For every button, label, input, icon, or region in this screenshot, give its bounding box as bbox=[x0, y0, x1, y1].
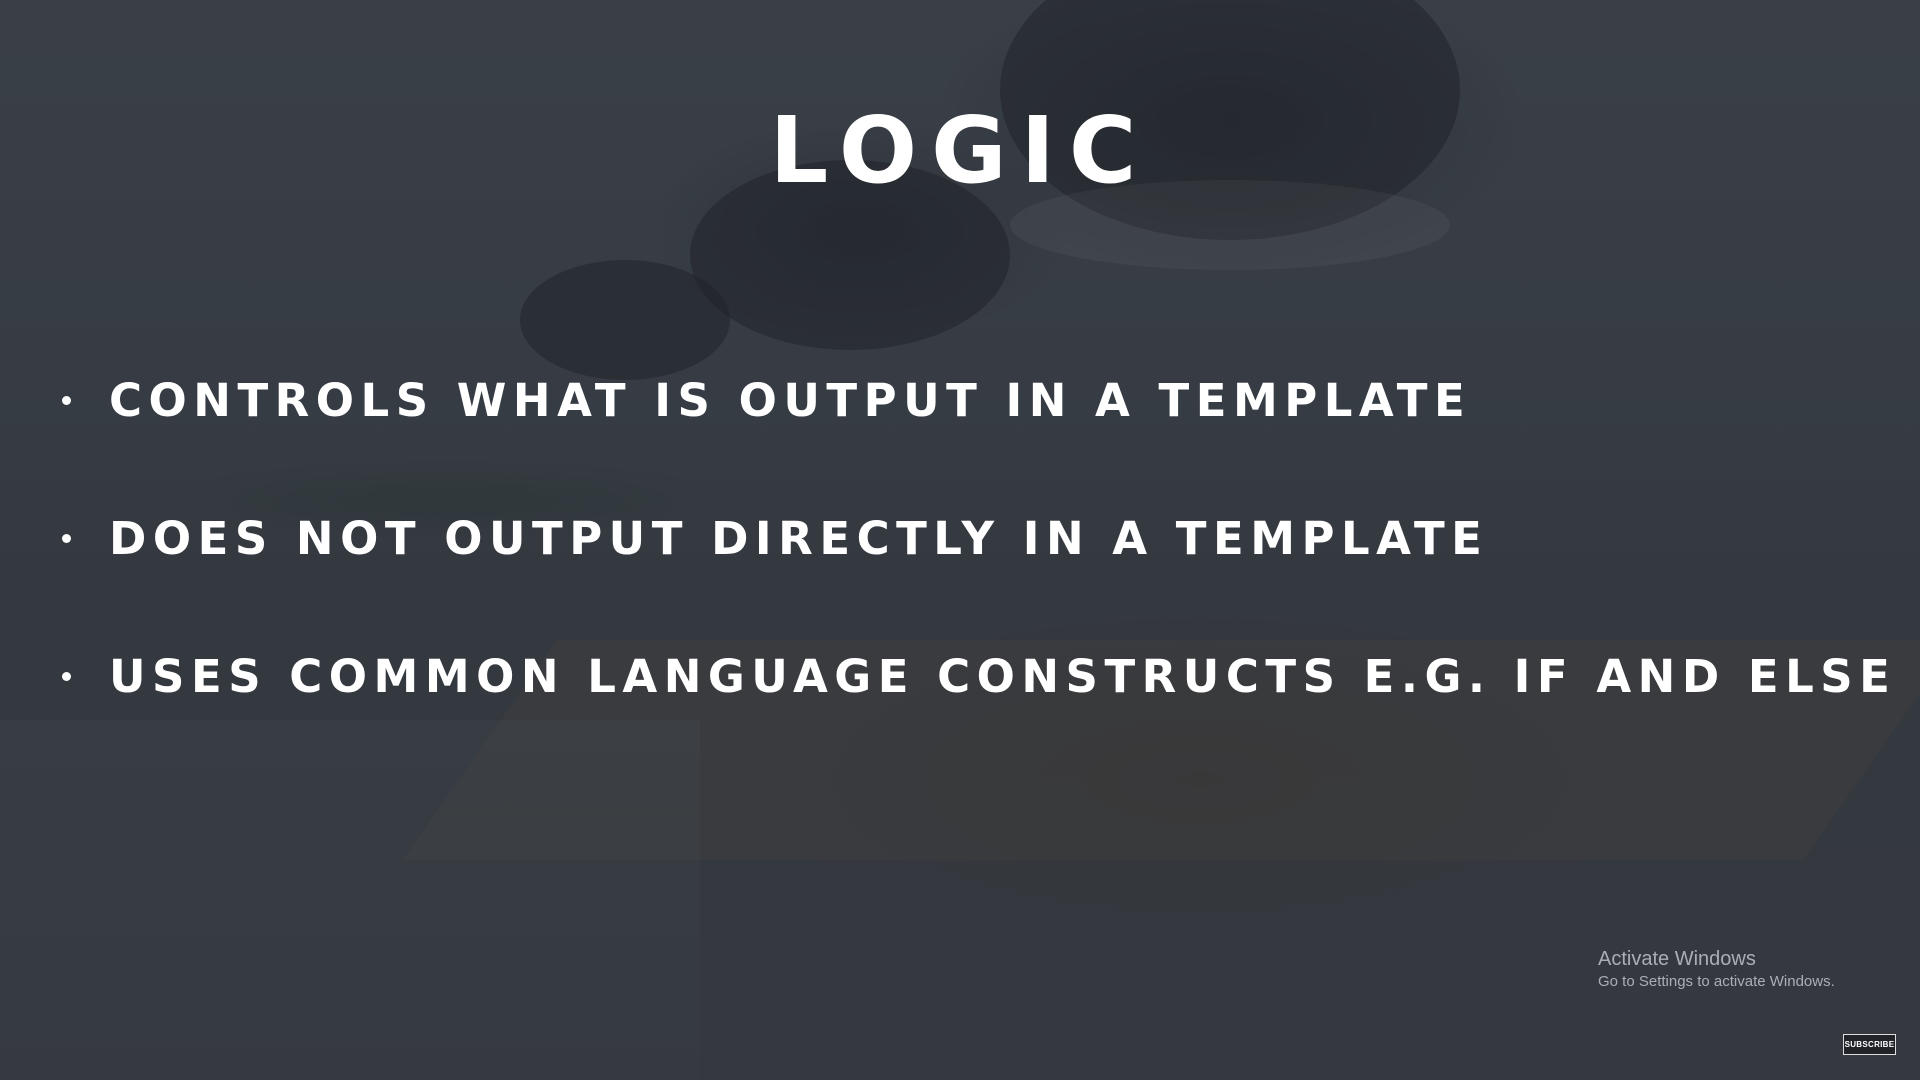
bullet-item: USES COMMON LANGUAGE CONSTRUCTS E.G. IF … bbox=[62, 646, 1896, 706]
watermark-subtitle: Go to Settings to activate Windows. bbox=[1598, 973, 1835, 990]
bullet-text: CONTROLS WHAT IS OUTPUT IN A TEMPLATE bbox=[109, 373, 1472, 427]
bullet-dot-icon bbox=[62, 395, 71, 405]
bullet-text: DOES NOT OUTPUT DIRECTLY IN A TEMPLATE bbox=[109, 511, 1489, 565]
bullet-dot-icon bbox=[62, 533, 71, 543]
presentation-slide: LOGIC CONTROLS WHAT IS OUTPUT IN A TEMPL… bbox=[0, 0, 1920, 1080]
watermark-title: Activate Windows bbox=[1598, 948, 1756, 970]
slide-title: LOGIC bbox=[769, 97, 1151, 204]
bullet-text: USES COMMON LANGUAGE CONSTRUCTS E.G. IF … bbox=[109, 649, 1897, 703]
bullet-item: DOES NOT OUTPUT DIRECTLY IN A TEMPLATE bbox=[62, 508, 1896, 568]
bullet-list: CONTROLS WHAT IS OUTPUT IN A TEMPLATE DO… bbox=[62, 370, 1896, 784]
subscribe-button[interactable]: SUBSCRIBE bbox=[1843, 1034, 1896, 1055]
activate-windows-watermark: Activate Windows Go to Settings to activ… bbox=[1598, 946, 1835, 992]
bullet-dot-icon bbox=[62, 671, 71, 681]
bullet-item: CONTROLS WHAT IS OUTPUT IN A TEMPLATE bbox=[62, 370, 1896, 430]
